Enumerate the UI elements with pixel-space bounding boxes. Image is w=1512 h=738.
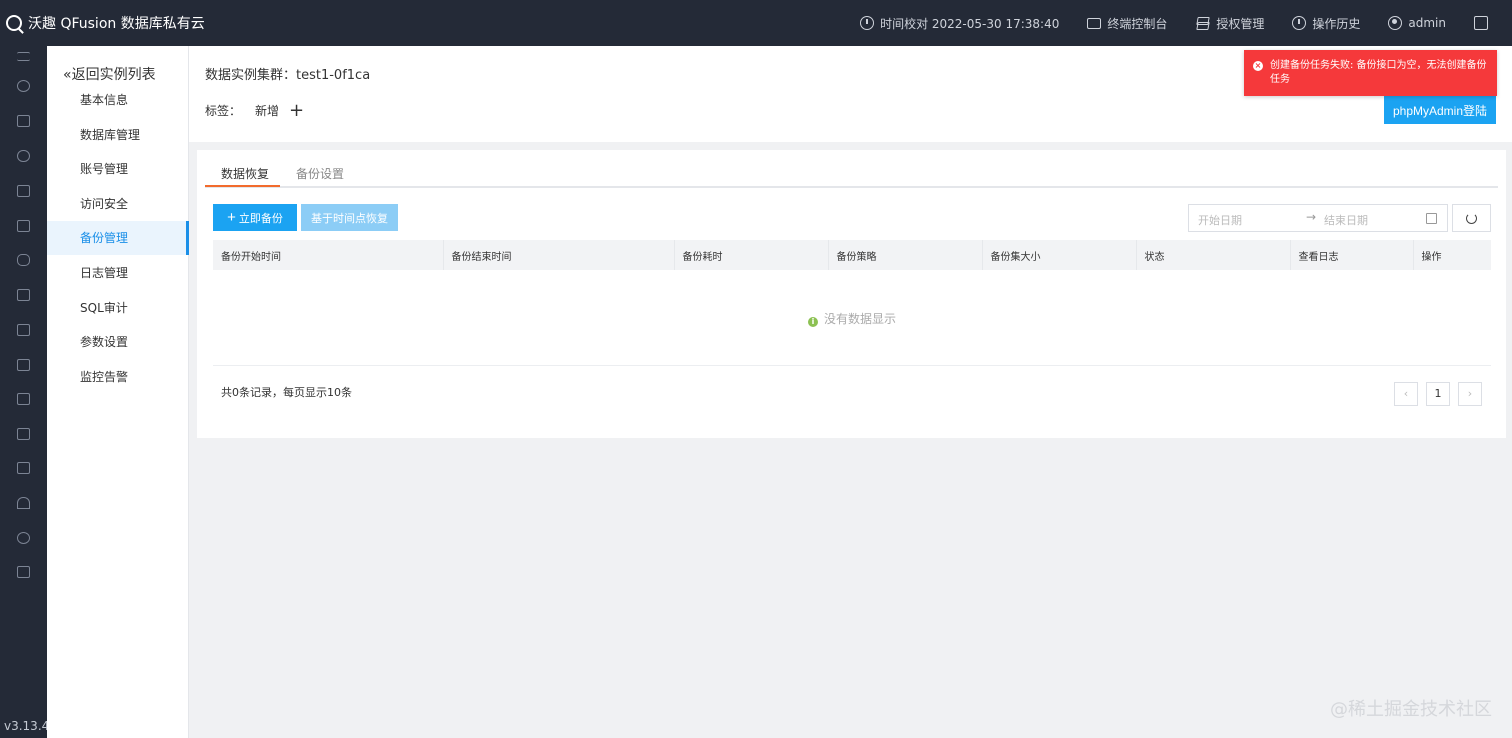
- qfusion-logo-icon: [6, 15, 22, 31]
- message-icon[interactable]: [17, 324, 30, 336]
- menu-item-monitoring-alerts[interactable]: 监控告警: [47, 360, 188, 394]
- toolbox-icon[interactable]: [17, 428, 30, 440]
- license-management-item[interactable]: 授权管理: [1195, 15, 1264, 32]
- location-icon[interactable]: [17, 532, 30, 544]
- backup-tabs: 数据恢复 备份设置: [205, 158, 1498, 188]
- menu-toggle-icon[interactable]: [17, 52, 30, 61]
- document-icon[interactable]: [17, 359, 30, 371]
- col-backup-end-time: 备份结束时间: [443, 240, 675, 270]
- book-icon[interactable]: [17, 566, 30, 578]
- dashboard-icon[interactable]: [17, 80, 30, 92]
- tab-data-restore[interactable]: 数据恢复: [221, 165, 269, 182]
- error-toast: × 创建备份任务失败: 备份接口为空，无法创建备份任务: [1244, 50, 1497, 96]
- table-header-row: 备份开始时间 备份结束时间 备份耗时 备份策略 备份集大小 状态 查看日志 操作: [213, 240, 1491, 270]
- left-icon-rail: v3.13.4: [0, 46, 50, 738]
- deploy-icon[interactable]: [17, 115, 30, 127]
- menu-item-parameter-settings[interactable]: 参数设置: [47, 325, 188, 359]
- active-tab-indicator: [205, 185, 280, 187]
- terminal-label: 终端控制台: [1107, 16, 1168, 31]
- plus-icon: +: [227, 208, 236, 226]
- col-backup-set-size: 备份集大小: [982, 240, 1137, 270]
- stack-icon[interactable]: [17, 220, 30, 232]
- tags-label: 标签：: [205, 104, 242, 118]
- empty-text: 没有数据显示: [823, 312, 896, 326]
- user-avatar-icon: [1388, 16, 1403, 30]
- pitr-restore-button[interactable]: 基于时间点恢复: [301, 204, 398, 231]
- version-label: v3.13.4: [4, 719, 50, 733]
- prev-page-button[interactable]: ‹: [1394, 382, 1418, 406]
- history-label: 操作历史: [1312, 16, 1361, 31]
- tools-icon[interactable]: [17, 185, 30, 197]
- operation-history-item[interactable]: 操作历史: [1292, 15, 1360, 32]
- col-view-log: 查看日志: [1290, 240, 1414, 270]
- menu-item-database-management[interactable]: 数据库管理: [47, 118, 188, 152]
- top-bar: 沃趣 QFusion 数据库私有云 时间校对 2022-05-30 17:38:…: [0, 0, 1512, 46]
- backup-table: 备份开始时间 备份结束时间 备份耗时 备份策略 备份集大小 状态 查看日志 操作: [213, 240, 1491, 270]
- tab-backup-settings[interactable]: 备份设置: [296, 165, 344, 182]
- terminal-console-item[interactable]: 终端控制台: [1087, 15, 1167, 32]
- username-label: admin: [1408, 16, 1446, 30]
- start-date-input[interactable]: 开始日期: [1198, 212, 1242, 228]
- watermark: @稀土掘金技术社区: [1330, 699, 1492, 720]
- next-page-button[interactable]: ›: [1458, 382, 1482, 406]
- user-menu[interactable]: admin: [1388, 16, 1446, 30]
- screen-icon[interactable]: [17, 393, 30, 405]
- monitor-icon: [1087, 17, 1102, 29]
- add-tag-plus-icon[interactable]: +: [289, 101, 304, 119]
- page-title: 数据实例集群：test1-0f1ca: [205, 68, 371, 83]
- layers-icon: [1195, 16, 1210, 30]
- menu-item-basic-info[interactable]: 基本信息: [47, 83, 188, 117]
- col-status: 状态: [1136, 240, 1291, 270]
- refresh-button[interactable]: [1452, 204, 1491, 232]
- col-backup-start-time: 备份开始时间: [213, 240, 444, 270]
- arrow-right-icon: →: [1306, 210, 1317, 224]
- users-icon[interactable]: [17, 497, 30, 509]
- empty-state: i 没有数据显示: [213, 270, 1491, 366]
- history-clock-icon: [1292, 16, 1307, 30]
- top-nav: 时间校对 2022-05-30 17:38:40 终端控制台 授权管理 操作历史…: [832, 0, 1512, 46]
- app-title: 沃趣 QFusion 数据库私有云: [28, 16, 205, 32]
- language-icon: [1474, 16, 1488, 30]
- tags-row: 标签： 新增 +: [205, 101, 304, 119]
- date-range-picker[interactable]: 开始日期 → 结束日期: [1188, 204, 1448, 232]
- brand[interactable]: 沃趣 QFusion 数据库私有云: [0, 13, 205, 33]
- menu-item-access-security[interactable]: 访问安全: [47, 187, 188, 221]
- menu-item-sql-audit[interactable]: SQL审计: [47, 291, 188, 325]
- error-x-icon: ×: [1253, 61, 1263, 71]
- back-to-instance-list[interactable]: «返回实例列表: [63, 64, 156, 84]
- menu-item-account-management[interactable]: 账号管理: [47, 152, 188, 186]
- license-label: 授权管理: [1216, 16, 1265, 31]
- backup-card: 数据恢复 备份设置 + 立即备份 基于时间点恢复 开始日期 → 结束日期 备份开…: [197, 150, 1506, 438]
- menu-item-log-management[interactable]: 日志管理: [47, 256, 188, 290]
- time-sync-label: 时间校对 2022-05-30 17:38:40: [880, 16, 1060, 31]
- menu-item-backup-management[interactable]: 备份管理: [47, 221, 189, 255]
- storage-icon[interactable]: [17, 254, 30, 266]
- instance-submenu: «返回实例列表 基本信息 数据库管理 账号管理 访问安全 备份管理 日志管理 S…: [47, 46, 189, 738]
- backup-now-button[interactable]: + 立即备份: [213, 204, 297, 231]
- col-backup-strategy: 备份策略: [828, 240, 983, 270]
- col-actions: 操作: [1413, 240, 1491, 270]
- save-icon[interactable]: [17, 462, 30, 474]
- language-switch[interactable]: [1474, 16, 1494, 30]
- refresh-icon: [1466, 213, 1477, 224]
- calendar-icon: [1426, 213, 1437, 224]
- phpmyadmin-login-button[interactable]: phpMyAdmin登陆: [1384, 96, 1496, 124]
- page-number-1[interactable]: 1: [1426, 382, 1450, 406]
- tag-new[interactable]: 新增: [255, 102, 279, 119]
- info-icon: i: [807, 317, 818, 327]
- time-sync-item[interactable]: 时间校对 2022-05-30 17:38:40: [860, 15, 1059, 32]
- clock-icon: [860, 16, 875, 30]
- database-cluster-icon[interactable]: [17, 150, 30, 162]
- package-icon[interactable]: [17, 289, 30, 301]
- pagination-summary: 共0条记录，每页显示10条: [221, 386, 352, 399]
- end-date-input[interactable]: 结束日期: [1324, 212, 1368, 228]
- backup-now-label: 立即备份: [238, 212, 283, 225]
- col-backup-duration: 备份耗时: [674, 240, 829, 270]
- toast-message: 创建备份任务失败: 备份接口为空，无法创建备份任务: [1270, 60, 1487, 85]
